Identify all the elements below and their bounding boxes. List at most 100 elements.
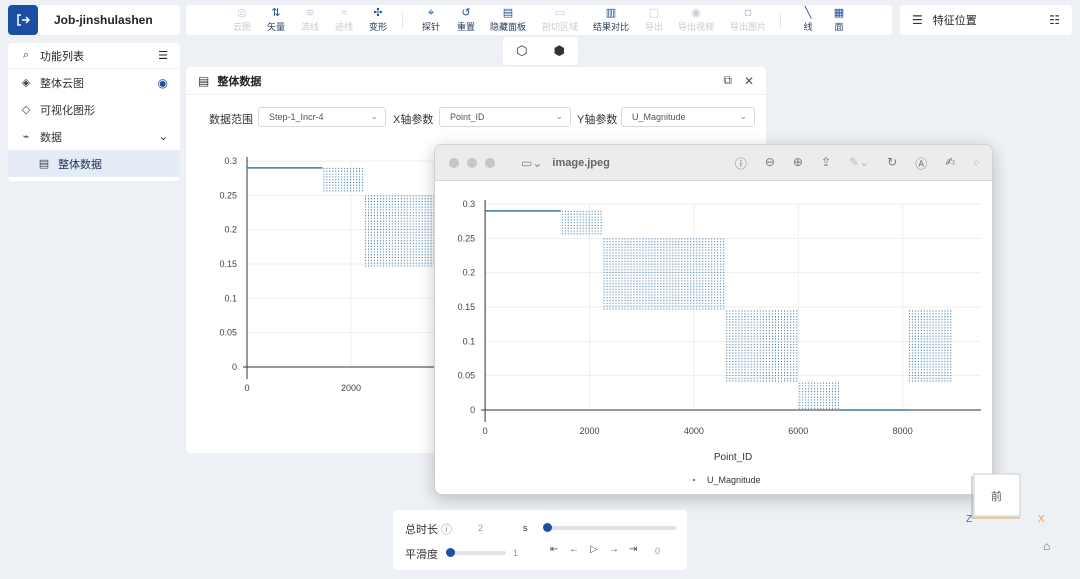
viewer-titlebar: ▭⌄ image.jpeg ⓘ ⊖ ⊕ ⇪ ✎⌄ ↻ Ⓐ ✍ ⌕	[435, 145, 992, 181]
x-tick-label: 0	[244, 383, 249, 393]
help-icon[interactable]: ⓘ	[441, 521, 452, 537]
zoom-out-icon[interactable]: ⊖	[765, 155, 775, 172]
tool-hide-panel[interactable]: ▤ 隐藏面板	[488, 7, 528, 33]
home-icon[interactable]: ⌂	[1043, 539, 1050, 553]
x-tick-label: 0	[483, 426, 488, 436]
job-box: Job-jinshulashen	[8, 5, 180, 35]
tool-clip[interactable]: ▭ 剖切区域	[540, 7, 580, 33]
viewer-toolbar: ⓘ ⊖ ⊕ ⇪ ✎⌄ ↻ Ⓐ ✍ ⌕	[735, 155, 980, 172]
toolbar: ◎ 云图 ⇅ 矢量 ≋ 流线 ≈ 迹线 ✣ 变形 ⌖ 探针 ↺ 重置 ▤ 隐藏面板 ▭ 剖切区域 …	[186, 5, 892, 35]
toolbar-divider	[402, 13, 403, 29]
rotate-icon[interactable]: ↻	[887, 155, 897, 172]
play-icon[interactable]: ▷	[590, 544, 598, 555]
y-tick-label: 0	[232, 362, 237, 372]
sidebar-item-data[interactable]: ⌁ 数据 ⌄	[8, 123, 180, 150]
sidebar-title: 功能列表	[40, 50, 84, 63]
x-param-select[interactable]: Point_ID ⌄	[439, 107, 571, 127]
camera-icon: ◘	[744, 7, 752, 19]
filter-icon[interactable]: ☷	[1049, 13, 1060, 27]
chevron-down-icon: ⌄	[739, 111, 747, 121]
duration-slider-thumb[interactable]	[543, 523, 552, 532]
tool-export-video[interactable]: ◉ 导出视频	[676, 7, 716, 33]
shapes-icon: ◇	[21, 104, 31, 116]
job-name: Job-jinshulashen	[54, 13, 153, 27]
panel-title: 整体数据	[217, 75, 262, 88]
sidebar-item-contour[interactable]: ◈ 整体云图 ◉	[8, 69, 180, 96]
export-icon: ▢	[648, 7, 660, 19]
paint-bucket-icon: ◈	[21, 77, 31, 89]
x-tick-label: 8000	[893, 426, 913, 436]
y-tick-label: 0.15	[219, 259, 237, 269]
share-icon[interactable]: ⇪	[821, 155, 831, 172]
data-cluster	[323, 167, 363, 192]
minimize-window-button[interactable]	[467, 157, 477, 168]
legend-marker	[693, 479, 696, 481]
tool-deform[interactable]: ✣ 变形	[358, 7, 398, 33]
deform-icon: ✣	[373, 7, 383, 19]
y-param-select[interactable]: U_Magnitude ⌄	[621, 107, 755, 127]
viewer-chart: 0 0.05 0.1 0.15 0.2 0.25 0.3 0 2000 4000 6000 8000 P…	[458, 199, 981, 485]
x-axis-label: Point_ID	[714, 452, 752, 463]
close-window-button[interactable]	[449, 157, 459, 168]
reset-icon: ↺	[461, 7, 471, 19]
tool-export[interactable]: ▢ 导出	[634, 7, 674, 33]
grid-icon: ▦	[833, 7, 845, 19]
viewer-title: image.jpeg	[552, 156, 610, 169]
eye-icon[interactable]: ◉	[158, 76, 168, 90]
search-icon[interactable]: ⌕	[973, 155, 980, 172]
signature-icon[interactable]: ✍	[945, 155, 955, 172]
solid-cube-icon[interactable]: ⬢	[554, 43, 565, 59]
wireframe-cube-icon[interactable]: ⬡	[516, 43, 527, 59]
sidebar-header: ⌕ 功能列表 ☰	[8, 43, 180, 69]
markup-icon[interactable]: ✎⌄	[849, 155, 869, 172]
feature-position-label: 特征位置	[932, 15, 977, 27]
feature-position-box[interactable]: ☰ 特征位置 ☷	[900, 5, 1072, 35]
panel-header: ▤ 整体数据 ⧉ ✕	[186, 67, 766, 95]
smooth-value: 1	[513, 548, 519, 558]
duration-input[interactable]: 2	[478, 523, 483, 533]
compare-icon: ▥	[605, 7, 617, 19]
toolbar-divider	[780, 13, 781, 29]
gizmo-z-label: Z	[966, 514, 973, 525]
tool-face[interactable]: ▦ 面	[819, 7, 859, 33]
export-icon[interactable]: ⧉	[723, 73, 732, 88]
sidebar-item-overall-data[interactable]: ▤ 整体数据	[8, 150, 180, 177]
annotate-icon[interactable]: Ⓐ	[915, 155, 927, 172]
y-tick-label: 0.25	[458, 233, 476, 243]
y-tick-label: 0.05	[458, 371, 476, 381]
y-tick-label: 0	[470, 405, 475, 415]
step-back-icon[interactable]: ←	[569, 544, 579, 555]
sidebar-item-visualization[interactable]: ◇ 可视化图形	[8, 96, 180, 123]
frame-value: 0	[655, 546, 661, 556]
zoom-in-icon[interactable]: ⊕	[793, 155, 803, 172]
axis-gizmo[interactable]: 前 Z X	[966, 470, 1046, 530]
skip-end-icon[interactable]: ⇥	[629, 544, 637, 555]
smooth-slider-thumb[interactable]	[446, 548, 455, 557]
duration-slider[interactable]	[546, 526, 676, 530]
x-tick-label: 4000	[684, 426, 704, 436]
tool-compare[interactable]: ▥ 结果对比	[591, 7, 631, 33]
exit-icon[interactable]	[8, 5, 38, 35]
y-tick-label: 0.05	[219, 328, 237, 338]
smooth-slider[interactable]	[450, 551, 506, 555]
tool-export-image[interactable]: ◘ 导出图片	[728, 7, 768, 33]
y-tick-label: 0.2	[224, 225, 237, 235]
data-cluster	[603, 238, 725, 311]
collapse-icon[interactable]: ☰	[158, 49, 168, 62]
playback-controls: 总时长 ⓘ 2 s 平滑度 1 ⇤ ← ▷ → ⇥ 0	[393, 510, 687, 570]
x-param-label: X轴参数	[393, 114, 434, 126]
image-viewer-window: ▭⌄ image.jpeg ⓘ ⊖ ⊕ ⇪ ✎⌄ ↻ Ⓐ ✍ ⌕ 0 0.05 0.…	[434, 144, 993, 495]
y-tick-label: 0.25	[219, 190, 237, 200]
chevron-down-icon[interactable]: ⌄	[159, 130, 168, 143]
zoom-window-button[interactable]	[485, 157, 495, 168]
tool-probe[interactable]: ⌖ 探针	[411, 7, 451, 33]
x-tick-label: 6000	[788, 426, 808, 436]
range-select[interactable]: Step-1_Incr-4 ⌄	[258, 107, 386, 127]
close-icon[interactable]: ✕	[744, 74, 754, 88]
sidebar-toggle-icon[interactable]: ▭⌄	[521, 156, 542, 170]
probe-icon: ⌖	[427, 7, 435, 19]
info-icon[interactable]: ⓘ	[735, 155, 747, 172]
step-forward-icon[interactable]: →	[609, 544, 619, 555]
skip-start-icon[interactable]: ⇤	[550, 544, 558, 555]
tool-reset[interactable]: ↺ 重置	[446, 7, 486, 33]
